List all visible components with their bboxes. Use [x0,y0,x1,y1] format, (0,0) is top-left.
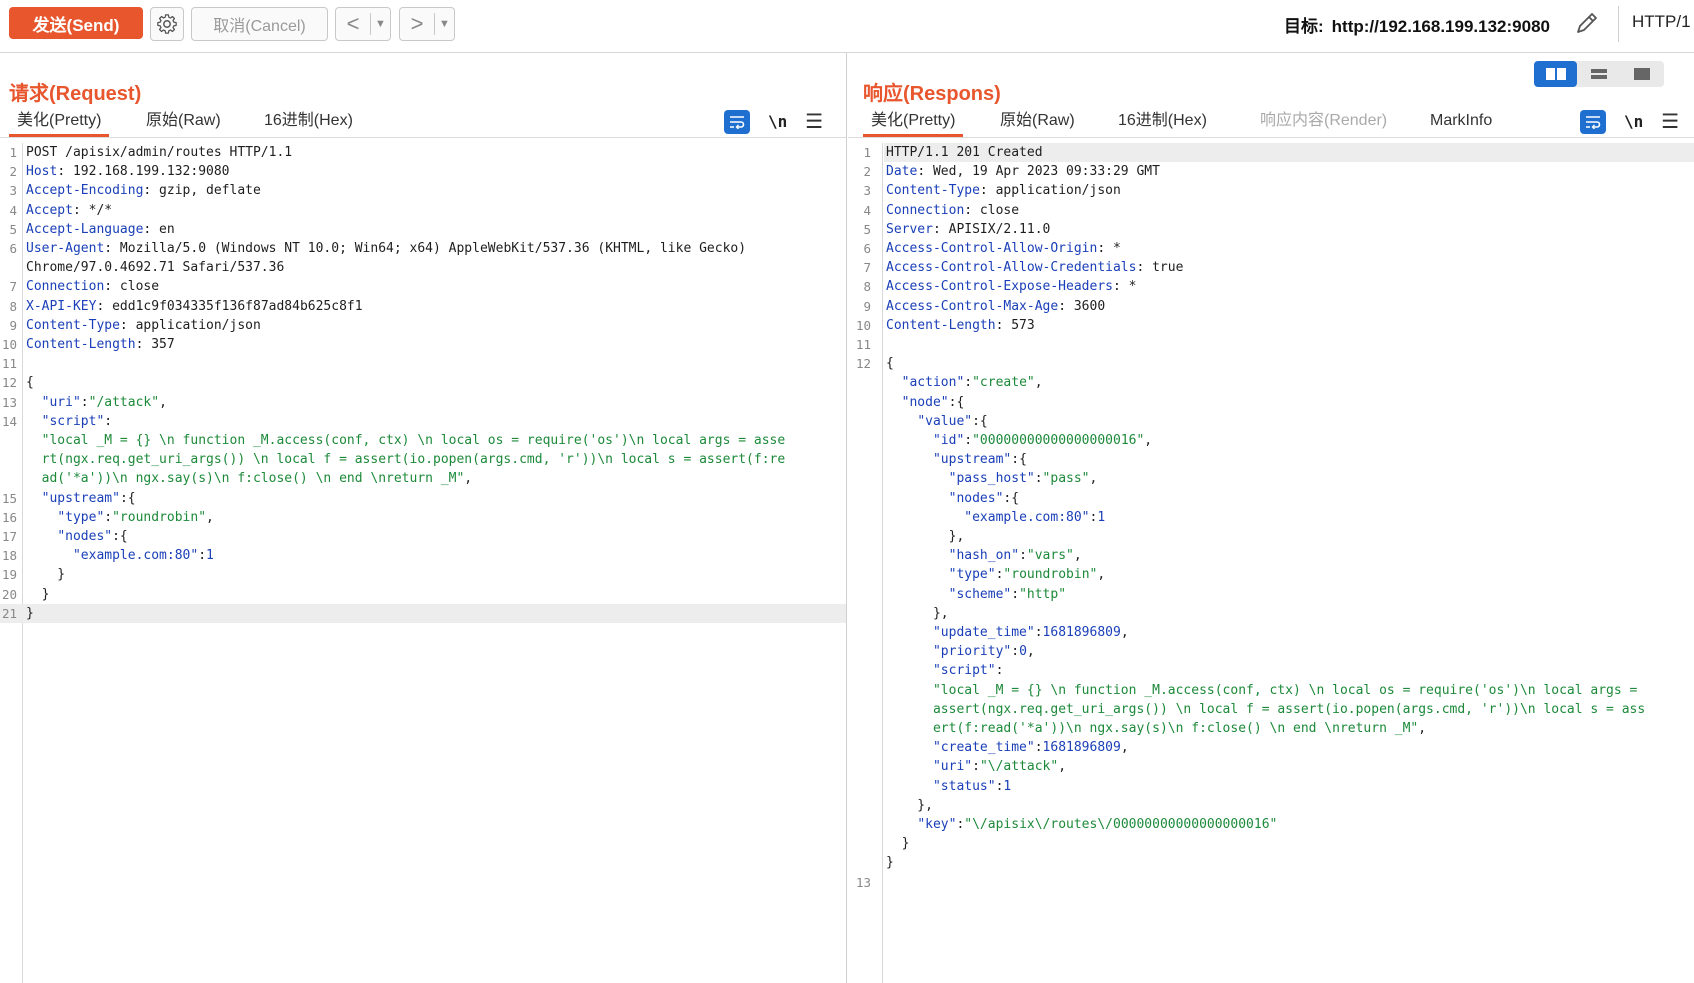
target-display: 目标: http://192.168.199.132:9080 [1284,12,1550,37]
back-dropdown-icon[interactable]: ▼ [371,18,390,30]
menu-icon[interactable]: ☰ [1661,109,1679,134]
response-title: 响应(Respons) [863,83,1001,105]
request-tabs: 美化(Pretty) 原始(Raw) 16进制(Hex) \n ☰ [0,107,846,138]
http-version[interactable]: HTTP/1 [1632,12,1694,32]
gear-icon [157,14,177,34]
pencil-icon[interactable] [1572,8,1602,38]
response-tab-pretty[interactable]: 美化(Pretty) [863,107,964,137]
request-title: 请求(Request) [9,83,142,105]
response-tab-raw[interactable]: 原始(Raw) [992,107,1083,137]
request-tab-pretty[interactable]: 美化(Pretty) [9,107,110,137]
layout-stacked-icon[interactable] [1577,61,1620,87]
request-editor[interactable]: 1 POST /apisix/admin/routes HTTP/1.1 2 Hos… [0,143,846,983]
request-tab-raw[interactable]: 原始(Raw) [138,107,229,137]
forward-dropdown-icon[interactable]: ▼ [435,18,454,30]
settings-button[interactable] [150,7,184,41]
cancel-button[interactable]: 取消(Cancel) [191,7,328,41]
request-pane: 请求(Request) 美化(Pretty) 原始(Raw) 16进制(Hex)… [0,53,847,983]
back-arrow-icon: < [346,11,360,36]
back-button[interactable]: < ▼ [335,7,391,41]
layout-tabbed-icon[interactable] [1621,61,1664,87]
response-tab-render[interactable]: 响应内容(Render) [1252,107,1395,137]
toolbar: 发送(Send) 取消(Cancel) < ▼ > ▼ 目标: http://19… [0,0,1694,53]
layout-toggle [1534,61,1664,87]
response-tabs: 美化(Pretty) 原始(Raw) 16进制(Hex) 响应内容(Render… [848,107,1694,138]
request-tab-hex[interactable]: 16进制(Hex) [256,107,361,137]
response-tab-markinfo[interactable]: MarkInfo [1422,107,1500,137]
newline-toggle-icon[interactable]: \n [768,112,787,131]
word-wrap-icon[interactable] [724,109,750,134]
response-editor[interactable]: 1 HTTP/1.1 201 Created 2 Date: Wed, 19 Apr… [854,143,1694,983]
menu-icon[interactable]: ☰ [805,109,823,134]
newline-toggle-icon[interactable]: \n [1624,112,1643,131]
send-button[interactable]: 发送(Send) [9,7,143,39]
forward-button[interactable]: > ▼ [399,7,455,41]
response-pane: 响应(Respons) 美化(Pretty) 原始(Raw) 16进制(Hex)… [848,53,1694,983]
layout-side-by-side-icon[interactable] [1534,61,1578,87]
forward-arrow-icon: > [410,11,424,36]
word-wrap-icon[interactable] [1580,109,1606,134]
response-tab-hex[interactable]: 16进制(Hex) [1110,107,1215,137]
target-label: 目标: [1284,17,1324,36]
target-url: http://192.168.199.132:9080 [1331,17,1550,36]
